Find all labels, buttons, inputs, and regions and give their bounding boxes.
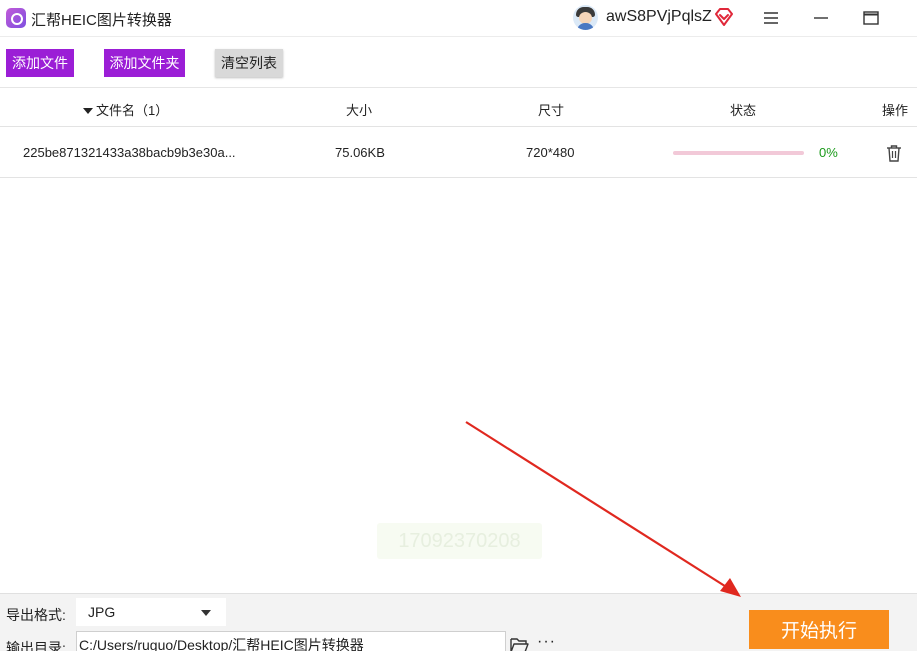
hamburger-menu-icon[interactable] [758, 6, 784, 30]
trash-icon[interactable] [886, 144, 902, 162]
bottom-bar: 导出格式: JPG 输出目录: C:/Users/ruguo/Desktop/汇… [0, 593, 917, 651]
export-format-label: 导出格式: [6, 607, 66, 623]
add-file-button[interactable]: 添加文件 [6, 49, 74, 77]
conversion-progress-bar [673, 151, 804, 155]
app-logo-icon [6, 8, 26, 28]
column-header-dimensions: 尺寸 [538, 103, 565, 118]
maximize-icon[interactable] [858, 6, 884, 30]
minimize-icon[interactable] [808, 6, 834, 30]
vip-diamond-icon[interactable] [714, 8, 734, 26]
column-header-filename[interactable]: 文件名（1） [83, 100, 168, 119]
export-format-select[interactable]: JPG [76, 598, 226, 626]
output-directory-input[interactable]: C:/Users/ruguo/Desktop/汇帮HEIC图片转换器 [76, 631, 506, 651]
title-bar: 汇帮HEIC图片转换器 awS8PVjPqlsZ [0, 0, 917, 37]
sort-down-icon [83, 108, 93, 114]
output-directory-label: 输出目录: [6, 640, 66, 651]
user-avatar[interactable] [573, 5, 598, 30]
progress-percent: 0% [819, 145, 838, 160]
file-name-cell: 225be871321433a38bacb9b3e30a... [23, 145, 236, 160]
more-options-icon[interactable]: ··· [537, 633, 556, 651]
table-row[interactable]: 225be871321433a38bacb9b3e30a... 75.06KB … [0, 128, 917, 178]
column-header-action: 操作 [882, 103, 909, 118]
watermark: 17092370208 [377, 523, 542, 559]
column-header-status: 状态 [730, 103, 757, 118]
clear-list-button[interactable]: 清空列表 [215, 49, 283, 77]
toolbar: 添加文件 添加文件夹 清空列表 [0, 38, 917, 88]
app-title: 汇帮HEIC图片转换器 [31, 12, 172, 29]
column-header-size: 大小 [346, 103, 373, 118]
chevron-down-icon [201, 610, 211, 616]
file-table-header: 文件名（1） 大小 尺寸 状态 操作 [0, 89, 917, 127]
file-size-cell: 75.06KB [335, 145, 385, 160]
file-dimensions-cell: 720*480 [526, 145, 575, 160]
export-format-value: JPG [88, 604, 116, 620]
add-folder-button[interactable]: 添加文件夹 [104, 49, 185, 77]
folder-open-icon[interactable] [510, 637, 529, 651]
start-button[interactable]: 开始执行 [749, 610, 889, 649]
username[interactable]: awS8PVjPqlsZ [606, 8, 712, 26]
